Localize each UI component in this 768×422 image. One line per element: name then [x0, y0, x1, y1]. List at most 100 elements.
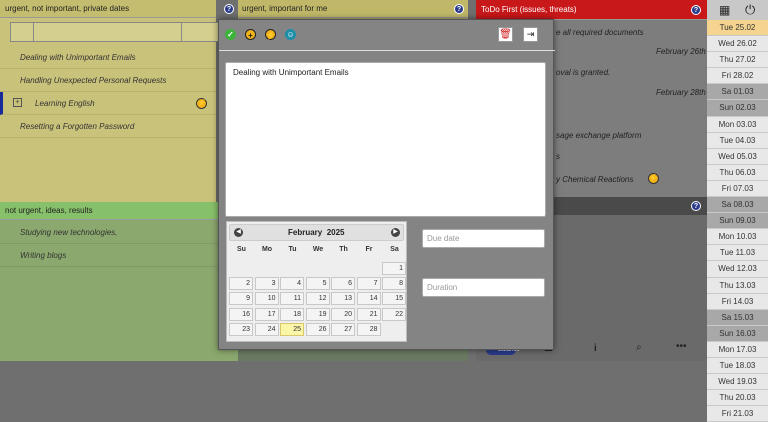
date-item[interactable]: Sun 09.03 — [707, 213, 768, 230]
calendar-day[interactable]: 20 — [331, 307, 355, 321]
list-item[interactable]: s — [556, 152, 560, 161]
list-item[interactable]: Writing blogs — [0, 244, 238, 267]
calendar-day[interactable]: 10 — [254, 292, 279, 306]
date-item[interactable]: Wed 19.03 — [707, 374, 768, 391]
calendar-day[interactable]: 27 — [331, 322, 355, 336]
calendar-day[interactable]: 3 — [254, 277, 279, 291]
calendar-day[interactable]: 24 — [254, 322, 279, 336]
date-picker: ◀ February 2025 ▶ Su Mo Tu We Th Fr Sa 1234567… — [226, 221, 407, 342]
duration-field[interactable]: Duration — [422, 278, 545, 297]
date-item[interactable]: Wed 05.03 — [707, 148, 768, 165]
list-item[interactable]: y Chemical Reactions — [556, 175, 633, 184]
date-item[interactable]: Wed 26.02 — [707, 36, 768, 53]
date-item[interactable]: Fri 14.03 — [707, 293, 768, 310]
date-item[interactable]: Sun 16.03 — [707, 325, 768, 342]
calendar-day[interactable]: 9 — [229, 292, 253, 306]
date-list: Tue 25.02 Wed 26.02 Thu 27.02 Fri 28.02 Sa 0… — [707, 20, 768, 422]
prev-month-icon[interactable]: ◀ — [234, 228, 243, 237]
list-item[interactable]: + Learning English ⚡ — [0, 92, 216, 115]
quadrant-title: not urgent, ideas, results — [0, 202, 238, 220]
calendar-day[interactable]: 12 — [305, 292, 330, 306]
list-item[interactable]: Dealing with Unimportant Emails — [0, 46, 216, 69]
help-badge-icon[interactable]: ? — [454, 4, 464, 14]
calendar-day[interactable]: 2 — [229, 277, 253, 291]
list-item[interactable]: Resetting a Forgotten Password — [0, 115, 216, 138]
calendar-day[interactable]: 14 — [356, 292, 381, 306]
calendar-day[interactable]: 18 — [280, 307, 304, 321]
info-icon[interactable]: i — [594, 343, 597, 354]
calendar-day[interactable]: 4 — [280, 277, 304, 291]
quadrant-urgent-private: urgent, not important, private dates ? D… — [0, 0, 238, 202]
calendar-day[interactable]: 16 — [229, 307, 253, 321]
date-item[interactable]: Thu 06.03 — [707, 164, 768, 181]
list-item[interactable]: sage exchange platform — [556, 131, 641, 140]
delete-button[interactable]: 🗑 — [498, 27, 513, 42]
date-item[interactable]: Sa 01.03 — [707, 84, 768, 101]
date-item[interactable]: Tue 18.03 — [707, 357, 768, 375]
date-item[interactable]: Thu 13.03 — [707, 277, 768, 294]
date-item[interactable]: Mon 17.03 — [707, 341, 768, 358]
calendar-day[interactable]: 21 — [356, 307, 381, 321]
date-item[interactable]: Fri 21.03 — [707, 406, 768, 422]
calendar-day[interactable]: 8 — [382, 277, 406, 291]
calendar-day[interactable]: 26 — [305, 322, 330, 336]
person-icon[interactable]: ☺ — [285, 29, 296, 40]
calendar-day[interactable]: 15 — [382, 292, 406, 306]
list-item-date: February 28th — [656, 88, 706, 97]
quadrant-title: urgent, not important, private dates — [0, 0, 216, 18]
calendar-day[interactable]: 19 — [305, 307, 330, 321]
date-item[interactable]: Tue 11.03 — [707, 245, 768, 262]
calendar-day[interactable]: 17 — [254, 307, 279, 321]
date-item[interactable]: Thu 27.02 — [707, 52, 768, 69]
date-item[interactable]: Thu 20.03 — [707, 390, 768, 407]
quadrant-not-urgent: not urgent, ideas, results Studying new … — [0, 202, 238, 361]
date-item[interactable]: Mon 03.03 — [707, 116, 768, 133]
quadrant-columns — [10, 22, 238, 42]
expand-icon[interactable]: + — [13, 98, 22, 107]
search-icon[interactable]: ⌕ — [636, 342, 642, 353]
power-icon[interactable]: ⏻ — [745, 2, 755, 18]
date-item[interactable]: Tue 04.03 — [707, 132, 768, 149]
task-label: Learning English — [35, 99, 95, 108]
due-date-field[interactable]: Due date — [422, 229, 545, 248]
help-badge-icon[interactable]: ? — [691, 5, 701, 15]
calendar-day[interactable]: 11 — [280, 292, 304, 306]
calendar-day[interactable]: 23 — [229, 322, 253, 336]
calendar-day[interactable]: 5 — [305, 277, 330, 291]
date-item[interactable]: Wed 12.03 — [707, 261, 768, 278]
more-icon[interactable]: ••• — [676, 341, 687, 352]
date-item[interactable]: Mon 10.03 — [707, 229, 768, 246]
quadrant-title: urgent, important for me — [238, 0, 468, 18]
help-badge-icon[interactable]: ? — [224, 4, 234, 14]
calendar-day[interactable]: 1 — [382, 262, 406, 275]
exit-button[interactable]: ⇥ — [523, 27, 538, 42]
task-text-area[interactable]: Dealing with Unimportant Emails — [225, 62, 546, 217]
date-item[interactable]: Fri 28.02 — [707, 68, 768, 85]
divider — [219, 50, 555, 51]
lightning-icon[interactable]: ⚡ — [265, 29, 276, 40]
list-item[interactable]: oval is granted. — [556, 68, 610, 77]
date-item[interactable]: Sa 15.03 — [707, 309, 768, 326]
calendar-day[interactable]: 6 — [331, 277, 355, 291]
date-item[interactable]: Tue 25.02 — [707, 20, 768, 37]
next-month-icon[interactable]: ▶ — [391, 228, 400, 237]
calendar-day[interactable]: 28 — [356, 322, 381, 336]
calendar-icon[interactable]: ▦ — [719, 3, 730, 17]
list-item[interactable]: e all required documents — [556, 28, 644, 37]
date-item[interactable]: Fri 07.03 — [707, 180, 768, 198]
calendar-day[interactable]: 13 — [331, 292, 355, 306]
calendar-day[interactable]: 25 — [280, 322, 304, 336]
weekday-label: Th — [339, 246, 348, 253]
check-icon[interactable]: ✓ — [225, 29, 236, 40]
help-badge-icon[interactable]: ? — [691, 201, 701, 211]
calendar-day[interactable]: 7 — [356, 277, 381, 291]
calendar-day[interactable]: 22 — [382, 307, 406, 321]
date-item[interactable]: Sa 08.03 — [707, 197, 768, 214]
calendar-month: February — [288, 228, 323, 237]
calendar-year: 2025 — [326, 228, 345, 237]
add-icon[interactable]: + — [245, 29, 256, 40]
date-header: ▦ ⏻ — [707, 0, 768, 20]
date-item[interactable]: Sun 02.03 — [707, 100, 768, 117]
list-item[interactable]: Studying new technologies, — [0, 221, 238, 244]
list-item[interactable]: Handling Unexpected Personal Requests — [0, 69, 216, 92]
